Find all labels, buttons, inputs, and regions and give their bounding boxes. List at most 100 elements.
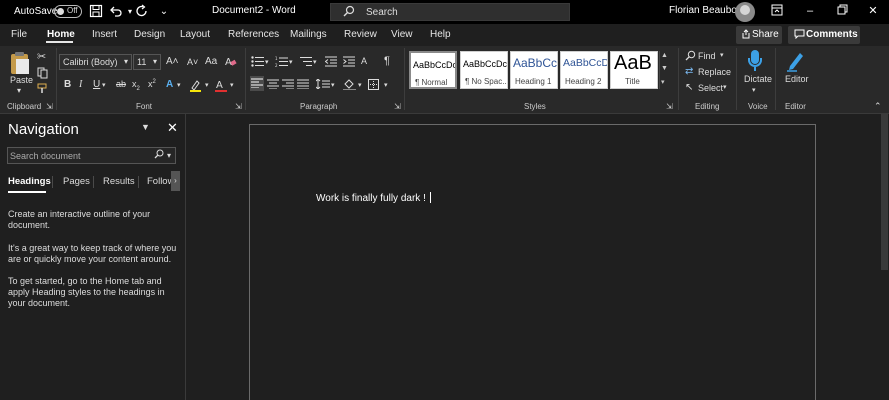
- tab-help[interactable]: Help: [430, 29, 451, 40]
- borders-dropdown-icon[interactable]: ▾: [384, 80, 388, 92]
- replace-icon[interactable]: ⇄: [685, 66, 693, 78]
- nav-tab-results[interactable]: Results: [103, 176, 135, 187]
- shading-dropdown-icon[interactable]: ▾: [358, 80, 362, 92]
- select-icon[interactable]: ↖: [685, 82, 693, 94]
- tab-references[interactable]: References: [228, 29, 279, 40]
- pane-options-icon[interactable]: ▼: [141, 122, 150, 132]
- change-case-icon[interactable]: Aa: [205, 56, 217, 68]
- subscript-icon[interactable]: x2: [132, 79, 140, 92]
- tab-file[interactable]: File: [11, 29, 27, 40]
- font-launcher-icon[interactable]: ⇲: [235, 102, 242, 111]
- paste-dropdown-icon[interactable]: ▾: [17, 85, 21, 97]
- customize-toolbar-icon[interactable]: ⌄: [156, 4, 172, 20]
- show-formatting-marks-icon[interactable]: ¶: [384, 55, 390, 67]
- search-document-input[interactable]: Search document ▾: [7, 147, 176, 164]
- find-button[interactable]: Find: [698, 51, 716, 61]
- shrink-font-icon[interactable]: A˅: [187, 56, 198, 68]
- select-dropdown-icon[interactable]: ▾: [723, 83, 727, 91]
- line-spacing-dropdown-icon[interactable]: ▾: [331, 80, 335, 92]
- grow-font-icon[interactable]: A˄: [166, 56, 179, 68]
- shading-icon[interactable]: [343, 78, 356, 93]
- underline-dropdown-icon[interactable]: ▾: [102, 81, 106, 89]
- replace-button[interactable]: Replace: [698, 67, 731, 77]
- tab-insert[interactable]: Insert: [92, 29, 117, 40]
- multilevel-list-icon[interactable]: [299, 56, 312, 70]
- align-center-icon[interactable]: [267, 79, 279, 92]
- style-normal[interactable]: AaBbCcDc ¶ Normal: [409, 51, 457, 89]
- autosave-toggle[interactable]: Off: [54, 5, 82, 18]
- superscript-icon[interactable]: x2: [148, 79, 156, 89]
- font-color-dropdown-icon[interactable]: ▾: [230, 81, 234, 89]
- find-icon[interactable]: [685, 50, 696, 64]
- close-icon[interactable]: ✕: [866, 4, 880, 18]
- tab-scroll-right-icon[interactable]: ›: [171, 171, 180, 191]
- font-name-combo[interactable]: Calibri (Body) ▾: [59, 54, 132, 70]
- text-effects-dropdown-icon[interactable]: ▾: [177, 81, 181, 89]
- share-button[interactable]: Share: [736, 26, 782, 44]
- restore-icon[interactable]: [835, 4, 849, 18]
- paste-button[interactable]: Paste: [10, 75, 33, 85]
- paste-icon[interactable]: [9, 51, 31, 75]
- user-name[interactable]: Florian Beaubois: [669, 5, 744, 16]
- scroll-down-icon[interactable]: ▼: [661, 65, 668, 72]
- bullets-dropdown-icon[interactable]: ▾: [265, 57, 269, 69]
- numbering-dropdown-icon[interactable]: ▾: [289, 57, 293, 69]
- document-body-text[interactable]: Work is finally fully dark !: [316, 192, 431, 204]
- select-button[interactable]: Select: [698, 83, 723, 93]
- style-title[interactable]: AaB Title: [610, 51, 658, 89]
- format-painter-icon[interactable]: [37, 83, 48, 97]
- tab-home[interactable]: Home: [47, 29, 75, 40]
- save-icon[interactable]: [88, 4, 104, 20]
- clear-formatting-icon[interactable]: A: [225, 55, 237, 70]
- paragraph-launcher-icon[interactable]: ⇲: [394, 102, 401, 111]
- font-color-icon[interactable]: A: [215, 79, 227, 95]
- redo-icon[interactable]: [134, 4, 150, 20]
- cut-icon[interactable]: ✂: [37, 51, 46, 63]
- italic-icon[interactable]: I: [79, 79, 82, 90]
- tab-design[interactable]: Design: [134, 29, 165, 40]
- nav-tab-pages[interactable]: Pages: [63, 176, 90, 187]
- ribbon-display-options-icon[interactable]: [770, 4, 784, 18]
- tab-mailings[interactable]: Mailings: [290, 29, 327, 40]
- copy-icon[interactable]: [37, 67, 48, 82]
- increase-indent-icon[interactable]: [343, 56, 355, 70]
- collapse-ribbon-icon[interactable]: ⌃: [874, 100, 882, 112]
- font-size-combo[interactable]: 11 ▾: [133, 54, 161, 70]
- sort-icon[interactable]: A: [361, 55, 367, 67]
- tab-review[interactable]: Review: [344, 29, 377, 40]
- align-right-icon[interactable]: [282, 79, 294, 92]
- strikethrough-icon[interactable]: ab: [116, 79, 126, 89]
- scrollbar-thumb[interactable]: [881, 114, 888, 270]
- comments-button[interactable]: Comments: [788, 26, 860, 44]
- find-dropdown-icon[interactable]: ▾: [720, 51, 724, 59]
- clipboard-launcher-icon[interactable]: ⇲: [46, 102, 53, 111]
- search-icon[interactable]: [154, 149, 164, 162]
- text-effects-icon[interactable]: A: [166, 79, 173, 90]
- nav-tab-follow[interactable]: Follow: [147, 176, 171, 187]
- nav-tab-headings[interactable]: Headings: [8, 176, 51, 187]
- editor-button[interactable]: Editor: [785, 74, 809, 84]
- tab-layout[interactable]: Layout: [180, 29, 210, 40]
- document-page[interactable]: [249, 124, 816, 400]
- numbering-icon[interactable]: 12: [275, 56, 288, 70]
- style-heading-2[interactable]: AaBbCcD Heading 2: [560, 51, 608, 89]
- vertical-scrollbar[interactable]: [879, 114, 889, 400]
- highlight-dropdown-icon[interactable]: ▾: [205, 81, 209, 89]
- avatar[interactable]: [735, 2, 755, 22]
- chevron-down-icon[interactable]: ▾: [167, 151, 171, 160]
- style-heading-1[interactable]: AaBbCc Heading 1: [510, 51, 558, 89]
- title-search-box[interactable]: Search: [330, 3, 570, 21]
- dictate-dropdown-icon[interactable]: ▾: [752, 85, 756, 97]
- align-left-icon[interactable]: [250, 76, 264, 91]
- dictate-button[interactable]: Dictate: [744, 74, 772, 84]
- style-no-spacing[interactable]: AaBbCcDc ¶ No Spac...: [460, 51, 508, 89]
- justify-icon[interactable]: [297, 79, 309, 92]
- close-icon[interactable]: ✕: [167, 120, 178, 136]
- bold-icon[interactable]: B: [64, 79, 71, 90]
- more-styles-icon[interactable]: ▾: [661, 78, 665, 86]
- decrease-indent-icon[interactable]: [324, 56, 337, 70]
- multilevel-dropdown-icon[interactable]: ▾: [313, 57, 317, 69]
- bullets-icon[interactable]: [251, 56, 264, 70]
- minimize-icon[interactable]: –: [803, 4, 817, 18]
- styles-launcher-icon[interactable]: ⇲: [666, 102, 673, 111]
